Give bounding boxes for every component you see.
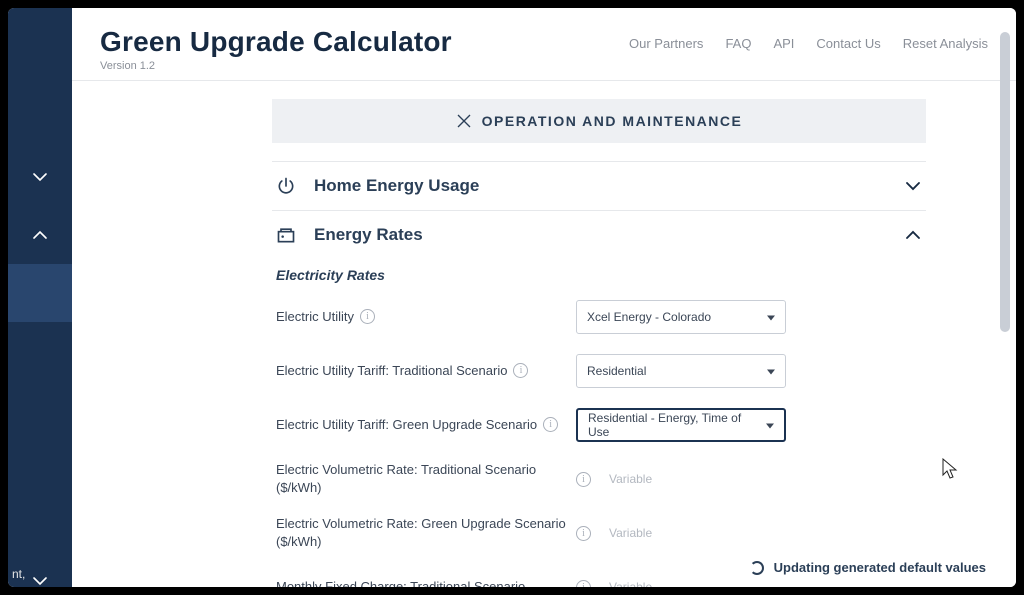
input-volrate-traditional: Variable [599, 464, 809, 494]
nav-api[interactable]: API [773, 36, 794, 51]
label-volrate-traditional: Electric Volumetric Rate: Traditional Sc… [276, 461, 576, 496]
app-frame: nt, Green Upgrade Calculator Version 1.2… [8, 8, 1016, 587]
label-tariff-green: Electric Utility Tariff: Green Upgrade S… [276, 416, 537, 434]
spinner-icon [750, 561, 764, 575]
section-banner: OPERATION AND MAINTENANCE [272, 99, 926, 143]
info-icon[interactable]: i [513, 363, 528, 378]
select-value: Residential [587, 364, 646, 378]
meter-icon [276, 225, 296, 245]
tools-icon [456, 113, 472, 129]
select-value: Xcel Energy - Colorado [587, 310, 711, 324]
field-tariff-green: Electric Utility Tariff: Green Upgrade S… [276, 407, 922, 443]
sidebar-active-item[interactable] [8, 264, 72, 322]
label-electric-utility: Electric Utility [276, 308, 354, 326]
energy-rates-body: Electricity Rates Electric Utility i Xce… [272, 259, 926, 587]
nav-partners[interactable]: Our Partners [629, 36, 703, 51]
accordion: Home Energy Usage Energy Rates [272, 161, 926, 587]
power-icon [276, 176, 296, 196]
label-volrate-green: Electric Volumetric Rate: Green Upgrade … [276, 515, 576, 550]
chevron-down-icon [904, 177, 922, 195]
electricity-rates-subhead: Electricity Rates [276, 267, 922, 283]
accordion-home-energy[interactable]: Home Energy Usage [272, 161, 926, 210]
nav-reset[interactable]: Reset Analysis [903, 36, 988, 51]
chevron-down-icon [31, 168, 49, 186]
chevron-up-icon [31, 226, 49, 244]
field-electric-utility: Electric Utility i Xcel Energy - Colorad… [276, 299, 922, 335]
field-volrate-traditional: Electric Volumetric Rate: Traditional Sc… [276, 461, 922, 497]
main-panel: OPERATION AND MAINTENANCE Home Energy Us… [72, 81, 1016, 587]
input-volrate-green: Variable [599, 518, 809, 548]
select-value: Residential - Energy, Time of Use [588, 411, 756, 439]
info-icon[interactable]: i [576, 472, 591, 487]
app-version: Version 1.2 [100, 60, 452, 72]
input-placeholder: Variable [609, 580, 652, 587]
field-tariff-traditional: Electric Utility Tariff: Traditional Sce… [276, 353, 922, 389]
scrollbar[interactable] [1000, 32, 1010, 332]
chevron-up-icon [904, 226, 922, 244]
app-title: Green Upgrade Calculator [100, 26, 452, 58]
input-placeholder: Variable [609, 472, 652, 486]
select-electric-utility[interactable]: Xcel Energy - Colorado [576, 300, 786, 334]
accordion-energy-rates-title: Energy Rates [314, 225, 423, 245]
header: Green Upgrade Calculator Version 1.2 Our… [72, 8, 1016, 81]
info-icon[interactable]: i [360, 309, 375, 324]
select-tariff-green[interactable]: Residential - Energy, Time of Use [576, 408, 786, 442]
label-fixed-charge-traditional: Monthly Fixed Charge: Traditional Scenar… [276, 578, 525, 587]
header-nav: Our Partners FAQ API Contact Us Reset An… [629, 36, 988, 51]
content-area: Green Upgrade Calculator Version 1.2 Our… [72, 8, 1016, 587]
info-icon[interactable]: i [576, 526, 591, 541]
nav-contact[interactable]: Contact Us [816, 36, 880, 51]
label-tariff-traditional: Electric Utility Tariff: Traditional Sce… [276, 362, 507, 380]
chevron-down-icon [31, 572, 49, 587]
status-message: Updating generated default values [774, 560, 986, 575]
accordion-home-energy-title: Home Energy Usage [314, 176, 479, 196]
title-block: Green Upgrade Calculator Version 1.2 [100, 26, 452, 72]
accordion-energy-rates[interactable]: Energy Rates [272, 210, 926, 259]
section-banner-label: OPERATION AND MAINTENANCE [482, 113, 743, 129]
nav-faq[interactable]: FAQ [725, 36, 751, 51]
field-volrate-green: Electric Volumetric Rate: Green Upgrade … [276, 515, 922, 551]
status-toast: Updating generated default values [750, 560, 986, 575]
info-icon[interactable]: i [543, 417, 558, 432]
sidebar-expand-1[interactable] [8, 206, 72, 264]
input-placeholder: Variable [609, 526, 652, 540]
sidebar: nt, [8, 8, 72, 587]
sidebar-collapse-1[interactable] [8, 148, 72, 206]
sidebar-stub-text: nt, [12, 567, 25, 581]
info-icon[interactable]: i [576, 580, 591, 588]
select-tariff-traditional[interactable]: Residential [576, 354, 786, 388]
